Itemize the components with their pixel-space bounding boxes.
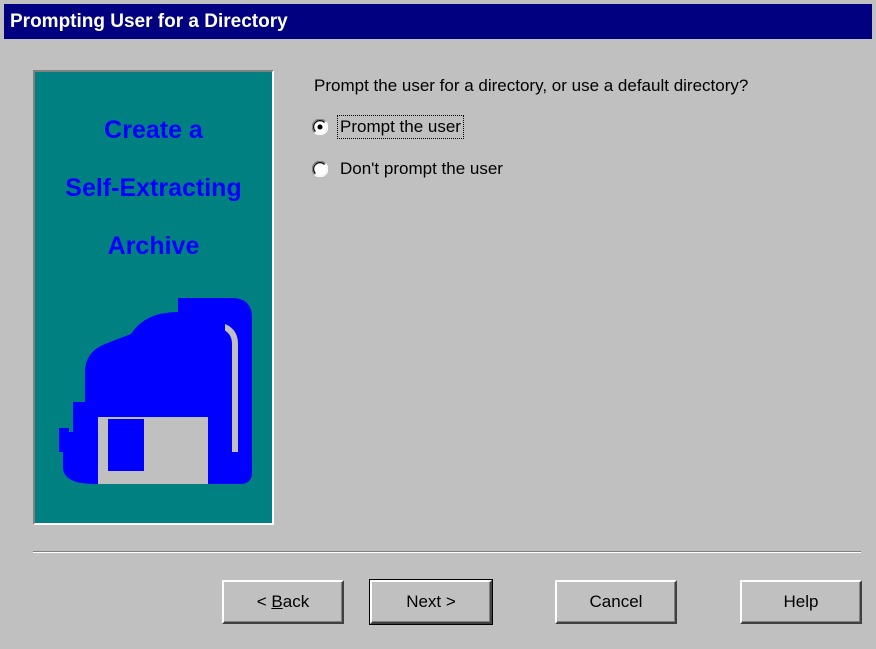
title-bar: Prompting User for a Directory bbox=[4, 4, 872, 39]
radio-dont-prompt-user[interactable]: Don't prompt the user bbox=[312, 157, 505, 181]
floppy-disk-icon bbox=[59, 298, 252, 484]
prompt-question: Prompt the user for a directory, or use … bbox=[314, 76, 749, 95]
back-button[interactable]: < Back bbox=[222, 580, 344, 624]
radio-dont-prompt-user-label[interactable]: Don't prompt the user bbox=[338, 158, 505, 180]
button-separator bbox=[33, 551, 861, 553]
next-button[interactable]: Next > bbox=[369, 579, 493, 625]
wizard-banner: Create a Self-Extracting Archive bbox=[33, 70, 274, 525]
wizard-dialog: Prompting User for a Directory Create a … bbox=[0, 0, 876, 649]
help-button[interactable]: Help bbox=[740, 580, 862, 624]
back-button-prefix: < bbox=[256, 592, 272, 611]
window-title: Prompting User for a Directory bbox=[10, 11, 288, 32]
cancel-button[interactable]: Cancel bbox=[555, 580, 677, 624]
radio-selected-icon[interactable] bbox=[312, 119, 328, 135]
back-button-mnemonic: B bbox=[271, 592, 283, 611]
radio-prompt-user-label[interactable]: Prompt the user bbox=[337, 115, 464, 139]
back-button-rest: ack bbox=[282, 592, 310, 611]
radio-unselected-icon[interactable] bbox=[312, 161, 328, 177]
radio-prompt-user[interactable]: Prompt the user bbox=[312, 115, 464, 139]
